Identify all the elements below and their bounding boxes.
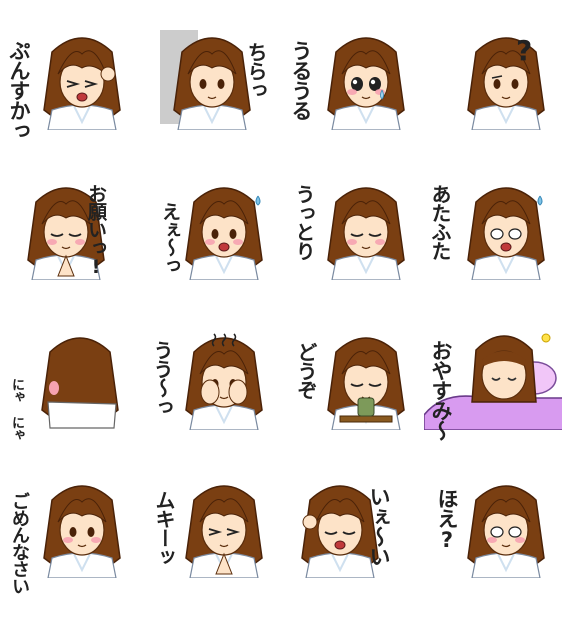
- sticker-caption: ちらっ: [244, 42, 268, 99]
- robe: [189, 254, 259, 280]
- sticker-caption: ムキーッ: [152, 490, 176, 566]
- sticker-offering-tea[interactable]: どうぞ: [284, 320, 424, 470]
- sticker-teary-eyes[interactable]: うるうる: [284, 20, 424, 170]
- robe: [471, 104, 541, 130]
- sticker-caption: うるうる: [289, 40, 313, 120]
- sticker-caption: いぇ〜い: [367, 486, 391, 566]
- character-figure: [327, 37, 405, 130]
- sticker-shocked-sweat[interactable]: えぇ〜っ: [142, 170, 282, 320]
- sticker-caption: あたふた: [428, 184, 452, 260]
- sticker-dreamy-blush[interactable]: うっとり: [284, 170, 424, 320]
- tea-cup: [357, 397, 375, 417]
- character-figure: [467, 485, 545, 578]
- character-figure: [160, 30, 251, 130]
- sticker-caption: えぇ〜っ: [159, 202, 181, 274]
- robe: [305, 552, 375, 578]
- sticker-angry-fist[interactable]: ぷんすかっ: [0, 20, 140, 170]
- sticker-caption: うっとり: [292, 184, 316, 260]
- sticker-pleading-hands[interactable]: お願いっ!: [0, 170, 140, 320]
- sticker-caption: うう〜っ: [150, 340, 174, 416]
- character-figure: [467, 187, 545, 280]
- robe: [471, 254, 541, 280]
- sweat-drop: [255, 195, 261, 206]
- robe: [177, 104, 247, 130]
- robe: [471, 552, 541, 578]
- sticker-grid: ぷんすかっ ちらっ うるうる? お願いっ! えぇ〜っ うっとり あたふたにゃ にゃ うう〜っ ど…: [0, 0, 562, 600]
- sticker-illustration: [27, 187, 105, 280]
- sticker-apologetic-blush[interactable]: ごめんなさい: [0, 468, 140, 618]
- character-figure: [43, 37, 121, 130]
- sticker-sleeping-in-bed[interactable]: おやすみ〜: [424, 320, 562, 470]
- sticker-caption: にゃ にゃ: [9, 378, 24, 440]
- sticker-caption: ほえ?: [435, 488, 459, 551]
- sticker-caption: ぷんすかっ: [7, 40, 31, 140]
- sticker-confused[interactable]: ?: [424, 20, 562, 170]
- sticker-blank-blush[interactable]: ほえ?: [424, 468, 562, 618]
- sticker-cheering-fist[interactable]: いぇ〜い: [284, 468, 424, 618]
- robe: [189, 404, 259, 430]
- character-figure: [41, 337, 119, 429]
- sticker-frustrated[interactable]: ムキーッ: [142, 468, 282, 618]
- character-figure: [185, 333, 263, 430]
- character-figure: [327, 337, 405, 430]
- sweat-drop: [537, 195, 543, 206]
- character-figure: [327, 187, 405, 280]
- ear: [49, 381, 59, 395]
- robe: [331, 254, 401, 280]
- sticker-caption: どうぞ: [294, 342, 318, 399]
- character-figure: [43, 485, 121, 578]
- robe: [331, 104, 401, 130]
- sticker-illustration: [301, 485, 379, 578]
- robe: [47, 104, 117, 130]
- sticker-back-turned[interactable]: にゃ にゃ: [0, 320, 140, 470]
- character-figure: [467, 37, 545, 130]
- sticker-caption: ?: [516, 34, 533, 67]
- character-figure: [185, 187, 263, 280]
- sticker-caption: ごめんなさい: [9, 492, 30, 594]
- sticker-caption: お願いっ!: [85, 184, 107, 277]
- sticker-panicked[interactable]: あたふた: [424, 170, 562, 320]
- sticker-illustration: [467, 37, 545, 130]
- fist: [100, 66, 116, 82]
- character-figure: [185, 485, 263, 578]
- fist: [302, 514, 318, 530]
- sticker-peek-behind-wall[interactable]: ちらっ: [142, 20, 282, 170]
- robe: [47, 401, 117, 429]
- robe: [47, 552, 117, 578]
- sticker-gloomy-hands-face[interactable]: うう〜っ: [142, 320, 282, 470]
- sticker-caption: おやすみ〜: [429, 340, 453, 440]
- star-icon: [541, 333, 551, 343]
